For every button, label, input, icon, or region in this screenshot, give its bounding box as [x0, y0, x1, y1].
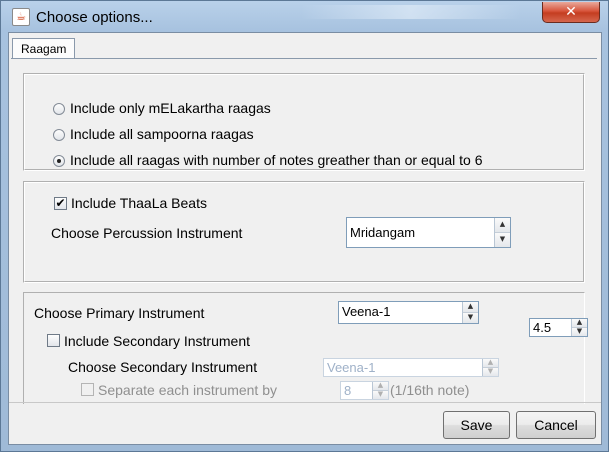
percussion-down-button[interactable]: ▼ — [495, 232, 510, 247]
separate-unit-label: (1/16th note) — [390, 382, 470, 398]
primary-down-button[interactable]: ▼ — [463, 312, 478, 323]
title-bar[interactable]: ☕ Choose options... ✕ — [1, 1, 608, 33]
primary-instrument-value[interactable]: Veena-1 — [342, 302, 390, 322]
radio-melakartha[interactable] — [53, 103, 65, 115]
dialog-content: Raagam Include only mELakartha raagas In… — [8, 32, 602, 445]
ratio-spinner[interactable]: 4.5 ▲ ▼ — [529, 318, 588, 337]
checkmark-icon: ✔ — [55, 196, 66, 210]
secondary-instrument-spinner[interactable]: Veena-1 ▲ ▼ — [323, 358, 499, 377]
title-bar-glass — [301, 5, 521, 19]
save-button[interactable]: Save — [443, 411, 510, 439]
java-coffee-icon: ☕ — [12, 8, 30, 26]
cancel-button[interactable]: Cancel — [516, 411, 596, 439]
secondary-down-button[interactable]: ▼ — [483, 367, 498, 376]
separate-spinner[interactable]: 8 ▲ ▼ — [340, 381, 389, 400]
button-bar-separator — [9, 402, 601, 403]
percussion-value[interactable]: Mridangam — [350, 223, 415, 243]
include-secondary-label[interactable]: Include Secondary Instrument — [64, 333, 250, 349]
raaga-filter-panel: Include only mELakartha raagas Include a… — [23, 73, 585, 171]
percussion-spinner[interactable]: Mridangam ▲ ▼ — [346, 217, 511, 248]
include-thaala-checkbox[interactable]: ✔ — [54, 197, 67, 210]
ratio-up-button[interactable]: ▲ — [572, 319, 587, 328]
secondary-instrument-value[interactable]: Veena-1 — [327, 359, 375, 376]
radio-notes-ge-6[interactable] — [53, 155, 65, 167]
window-title: Choose options... — [36, 9, 153, 26]
ratio-value[interactable]: 4.5 — [533, 319, 551, 336]
separate-instrument-label[interactable]: Separate each instrument by — [98, 382, 277, 398]
options-dialog: ☕ Choose options... ✕ Raagam Include onl… — [0, 0, 609, 452]
separate-up-button[interactable]: ▲ — [373, 382, 388, 391]
separate-value[interactable]: 8 — [344, 382, 351, 399]
instruments-panel: Choose Primary Instrument Veena-1 ▲ ▼ 4.… — [23, 292, 588, 404]
close-icon: ✕ — [565, 4, 577, 20]
include-secondary-checkbox[interactable] — [47, 334, 60, 347]
percussion-panel: ✔ Include ThaaLa Beats Choose Percussion… — [23, 181, 585, 283]
raagam-tab-pane: Include only mELakartha raagas Include a… — [11, 58, 597, 404]
radio-sampoorna[interactable] — [53, 129, 65, 141]
secondary-up-button[interactable]: ▲ — [483, 359, 498, 368]
radio-notes-ge-6-label[interactable]: Include all raagas with number of notes … — [70, 152, 482, 168]
radio-melakartha-label[interactable]: Include only mELakartha raagas — [70, 100, 271, 116]
ratio-down-button[interactable]: ▼ — [572, 327, 587, 336]
close-button[interactable]: ✕ — [542, 2, 600, 23]
primary-instrument-spinner[interactable]: Veena-1 ▲ ▼ — [338, 301, 479, 324]
primary-instrument-label: Choose Primary Instrument — [34, 305, 205, 321]
include-thaala-label[interactable]: Include ThaaLa Beats — [71, 195, 207, 211]
tab-label: Raagam — [21, 42, 67, 56]
tab-raagam[interactable]: Raagam — [12, 38, 76, 59]
radio-sampoorna-label[interactable]: Include all sampoorna raagas — [70, 126, 254, 142]
percussion-up-button[interactable]: ▲ — [495, 218, 510, 233]
separate-instrument-checkbox[interactable] — [81, 383, 94, 396]
secondary-instrument-label: Choose Secondary Instrument — [68, 359, 258, 375]
primary-up-button[interactable]: ▲ — [463, 302, 478, 313]
percussion-label: Choose Percussion Instrument — [51, 225, 243, 241]
separate-down-button[interactable]: ▼ — [373, 390, 388, 399]
